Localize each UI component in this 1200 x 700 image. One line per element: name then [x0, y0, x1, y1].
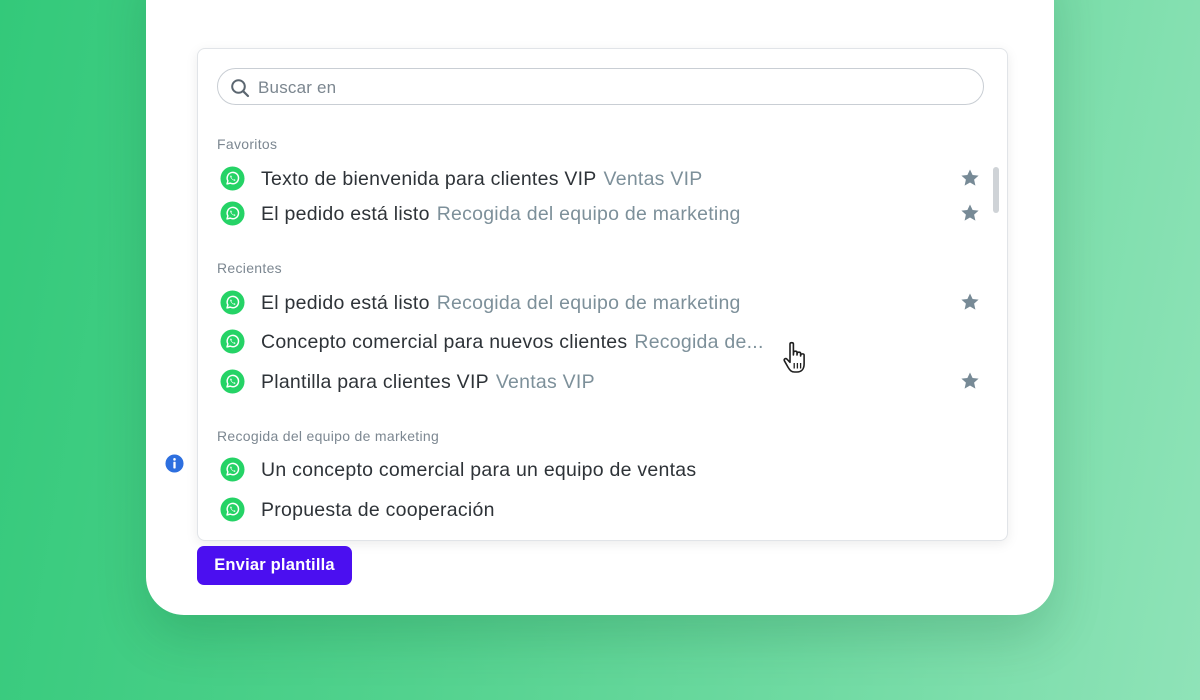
template-name: Plantilla para clientes VIP: [261, 371, 489, 393]
template-label: Propuesta de cooperación: [261, 499, 495, 522]
template-item[interactable]: El pedido está listo Recogida del equipo …: [220, 288, 980, 318]
template-name: Texto de bienvenida para clientes VIP: [261, 168, 597, 190]
hand-pointer-cursor: [783, 341, 805, 373]
template-item[interactable]: El pedido está listo Recogida del equipo …: [220, 199, 980, 229]
send-template-button[interactable]: Enviar plantilla: [197, 546, 352, 585]
template-name: Concepto comercial para nuevos clientes: [261, 331, 628, 353]
star-icon[interactable]: [960, 292, 980, 312]
whatsapp-icon: [220, 201, 245, 226]
template-label: Concepto comercial para nuevos clientes R…: [261, 331, 764, 354]
template-item[interactable]: Un concepto comercial para un equipo de …: [220, 455, 980, 485]
template-label: Plantilla para clientes VIP Ventas VIP: [261, 371, 595, 394]
search-input[interactable]: [256, 69, 960, 106]
template-item[interactable]: Texto de bienvenida para clientes VIP Ven…: [220, 164, 980, 194]
template-item[interactable]: Plantilla para clientes VIP Ventas VIP: [220, 367, 980, 397]
template-name: Un concepto comercial para un equipo de …: [261, 459, 697, 481]
whatsapp-icon: [220, 166, 245, 191]
template-label: El pedido está listo Recogida del equipo …: [261, 203, 741, 226]
star-icon[interactable]: [960, 371, 980, 391]
section-title-collection: Recogida del equipo de marketing: [217, 428, 440, 444]
template-name: El pedido está listo: [261, 203, 430, 225]
whatsapp-icon: [220, 290, 245, 315]
star-icon[interactable]: [960, 203, 980, 223]
template-collection: Ventas VIP: [495, 371, 595, 393]
template-label: El pedido está listo Recogida del equipo …: [261, 292, 741, 315]
template-collection: Ventas VIP: [603, 168, 703, 190]
info-icon[interactable]: [165, 454, 184, 473]
template-name: El pedido está listo: [261, 292, 430, 314]
star-icon[interactable]: [960, 168, 980, 188]
whatsapp-icon: [220, 329, 245, 354]
template-collection: Recogida del equipo de marketing: [436, 292, 741, 314]
section-title-favorites: Favoritos: [217, 136, 278, 152]
search-field[interactable]: [217, 68, 984, 106]
template-picker-dropdown: Favoritos Texto de bienvenida para clien…: [197, 48, 1008, 541]
whatsapp-icon: [220, 497, 245, 522]
template-name: Propuesta de cooperación: [261, 499, 495, 521]
dropdown-scrollbar[interactable]: [993, 167, 999, 213]
whatsapp-icon: [220, 457, 245, 482]
template-label: Texto de bienvenida para clientes VIP Ven…: [261, 168, 703, 191]
whatsapp-icon: [220, 369, 245, 394]
section-title-recent: Recientes: [217, 260, 282, 276]
search-icon: [231, 79, 250, 98]
template-label: Un concepto comercial para un equipo de …: [261, 459, 696, 482]
template-collection: Recogida de...: [634, 331, 764, 353]
template-collection: Recogida del equipo de marketing: [436, 203, 741, 225]
template-item[interactable]: Concepto comercial para nuevos clientes R…: [220, 327, 980, 357]
template-item[interactable]: Propuesta de cooperación: [220, 495, 980, 525]
